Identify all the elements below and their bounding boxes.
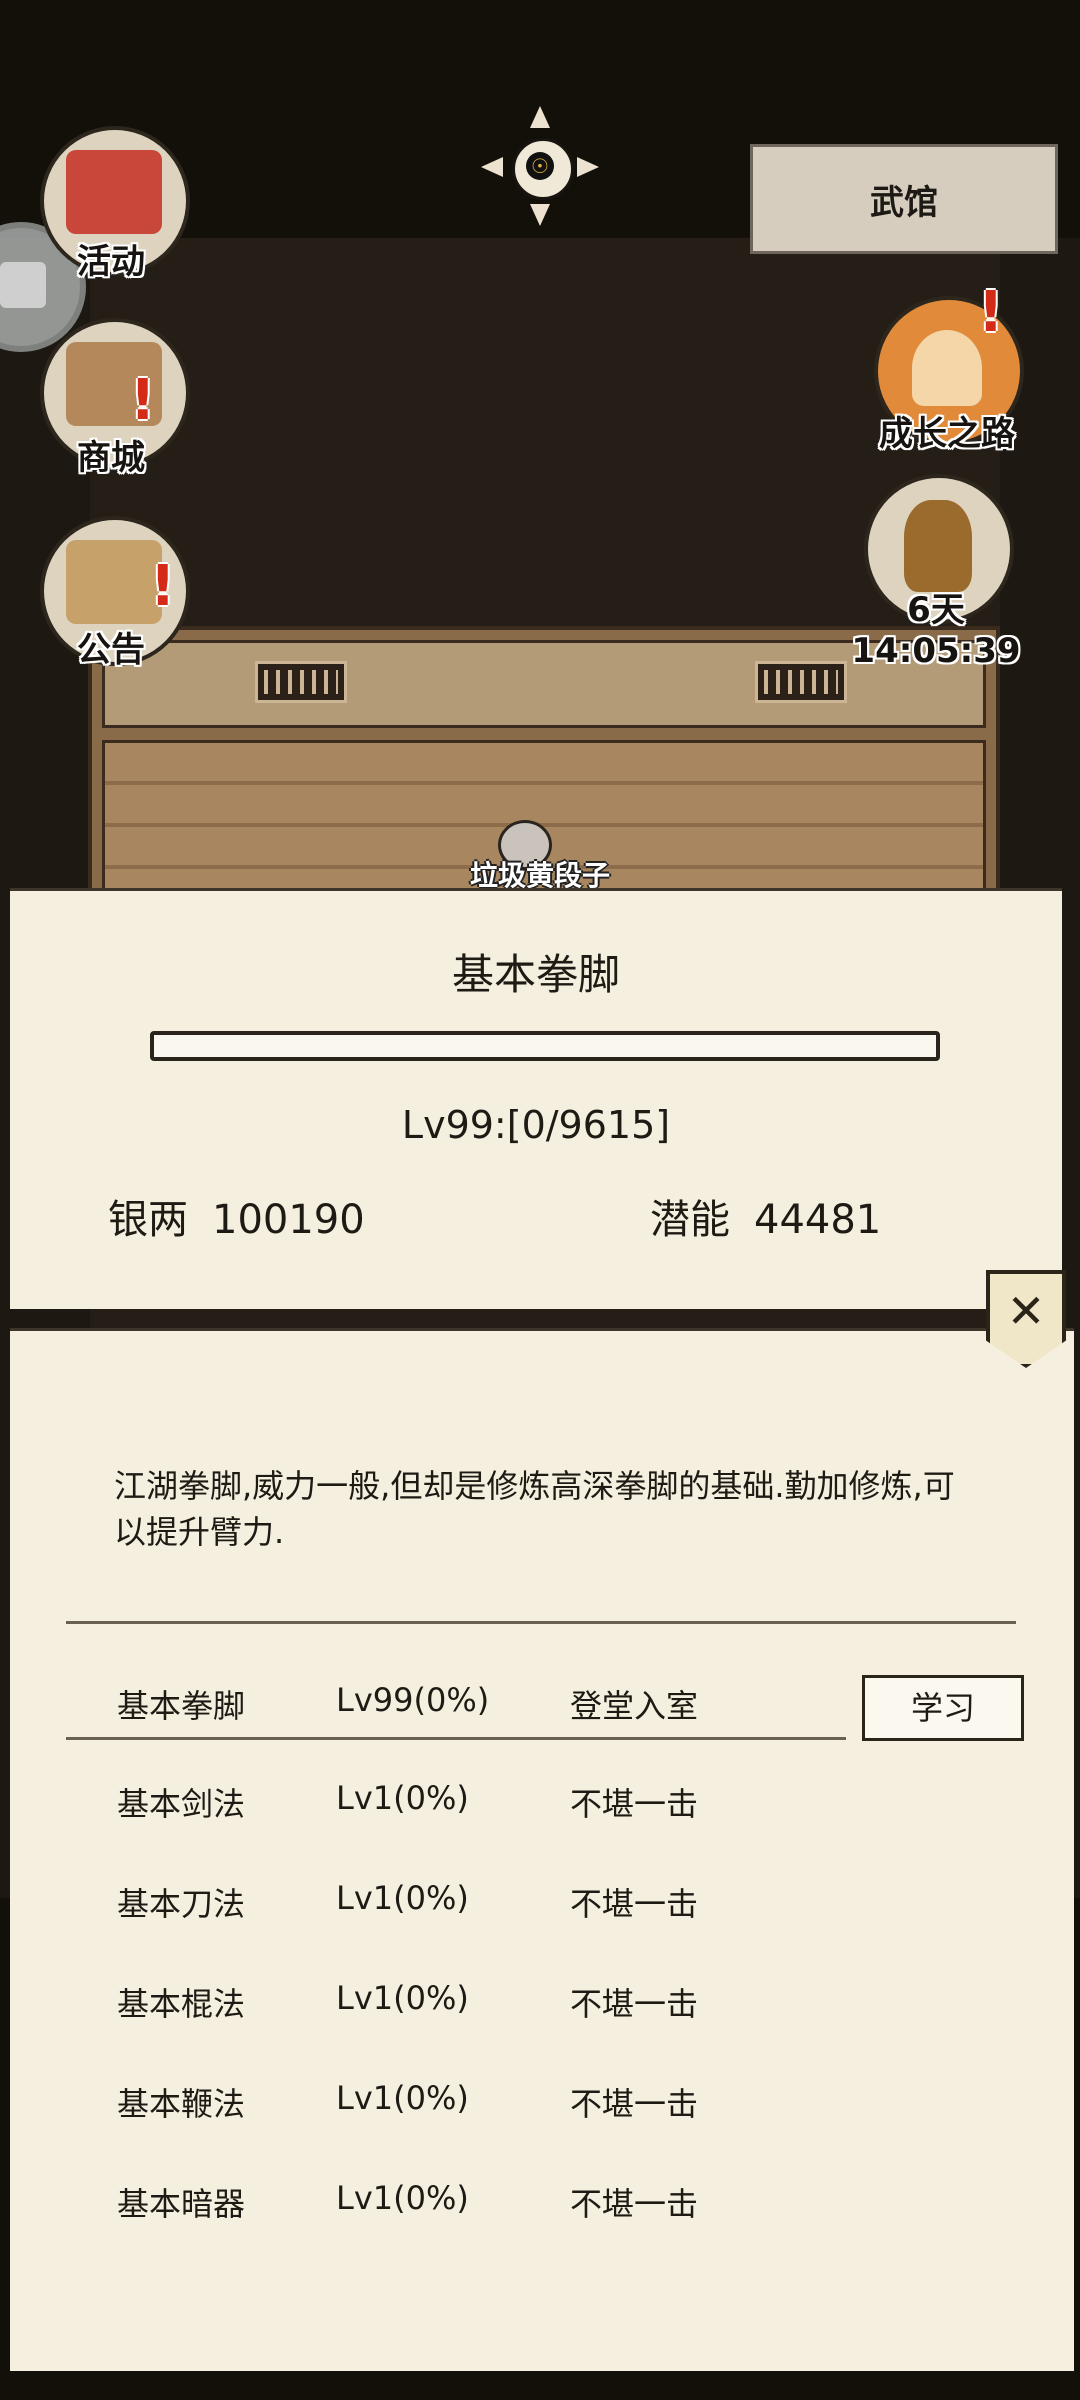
day-time-sun-icon[interactable]: ☉: [481, 106, 599, 226]
skill-name: 基本棍法: [117, 1985, 246, 2023]
skill-rank: 不堪一击: [570, 2185, 699, 2223]
skill-name: 基本剑法: [117, 1785, 246, 1823]
sun-glyph-icon: ☉: [526, 152, 554, 180]
growth-figure-icon: [912, 330, 982, 406]
skill-detail-panel: 江湖拳脚,威力一般,但却是修炼高深拳脚的基础.勤加修炼,可以提升臂力. 基本拳脚…: [10, 1328, 1074, 2371]
event-timer-label: 6天14:05:39: [851, 590, 1021, 671]
skill-row[interactable]: 基本暗器 Lv1(0%) 不堪一击: [10, 2179, 1074, 2239]
skill-name: 基本刀法: [117, 1885, 246, 1923]
skill-rank: 登堂入室: [570, 1687, 699, 1725]
notice-label: 公告: [77, 630, 145, 670]
skill-rank: 不堪一击: [570, 1785, 699, 1823]
close-icon: ✕: [1006, 1284, 1046, 1338]
sun-ray: [530, 106, 550, 128]
skill-rank: 不堪一击: [570, 2085, 699, 2123]
skill-name: 基本鞭法: [117, 2085, 246, 2123]
shop-label: 商城: [77, 438, 145, 478]
bronze-vessel-icon: [904, 500, 972, 592]
skill-level-text: Lv99:[0/9615]: [401, 1103, 671, 1147]
skill-level: Lv1(0%): [336, 1779, 469, 1817]
silver-label: 银两: [108, 1197, 188, 1243]
sun-ray: [481, 157, 503, 177]
skill-level: Lv1(0%): [336, 2179, 469, 2217]
growth-path-label: 成长之路: [879, 414, 1015, 454]
skill-rank: 不堪一击: [570, 1985, 699, 2023]
growth-alert-icon: !: [978, 280, 1004, 345]
potential-stat: 潜能 44481: [650, 1187, 881, 1245]
potential-label: 潜能: [650, 1197, 730, 1243]
skill-level: Lv1(0%): [336, 1979, 469, 2017]
skill-name: 基本拳脚: [117, 1687, 246, 1725]
sun-ray: [530, 204, 550, 226]
skill-rank: 不堪一击: [570, 1885, 699, 1923]
potential-value: 44481: [754, 1197, 882, 1243]
hall-window: [255, 661, 347, 703]
silver-value: 100190: [212, 1197, 365, 1243]
skill-row[interactable]: 基本鞭法 Lv1(0%) 不堪一击: [10, 2079, 1074, 2139]
skill-title: 基本拳脚: [451, 950, 620, 999]
shop-alert-icon: !: [130, 368, 156, 433]
sun-ray: [577, 157, 599, 177]
skill-level: Lv1(0%): [336, 2079, 469, 2117]
notice-board-icon: [66, 540, 162, 624]
location-button[interactable]: 武馆: [750, 144, 1058, 254]
skill-row[interactable]: 基本剑法 Lv1(0%) 不堪一击: [10, 1779, 1074, 1839]
skill-description: 江湖拳脚,威力一般,但却是修炼高深拳脚的基础.勤加修炼,可以提升臂力.: [114, 1467, 955, 1551]
activity-label: 活动: [77, 242, 145, 282]
skill-level: Lv99(0%): [336, 1681, 490, 1719]
skill-row[interactable]: 基本刀法 Lv1(0%) 不堪一击: [10, 1879, 1074, 1939]
skill-level: Lv1(0%): [336, 1879, 469, 1917]
notice-alert-icon: !: [150, 554, 176, 619]
activity-banner-icon: [66, 150, 162, 234]
skill-info-panel: 基本拳脚 Lv99:[0/9615] 银两 100190 潜能 44481: [10, 888, 1062, 1309]
section-divider: [66, 1621, 1016, 1624]
skill-row[interactable]: 基本棍法 Lv1(0%) 不堪一击: [10, 1979, 1074, 2039]
skill-name: 基本暗器: [117, 2185, 246, 2223]
row-divider: [66, 1737, 846, 1740]
silver-stat: 银两 100190: [108, 1187, 365, 1245]
skill-progress-bar: [150, 1031, 940, 1061]
learn-button[interactable]: 学习: [862, 1675, 1024, 1741]
